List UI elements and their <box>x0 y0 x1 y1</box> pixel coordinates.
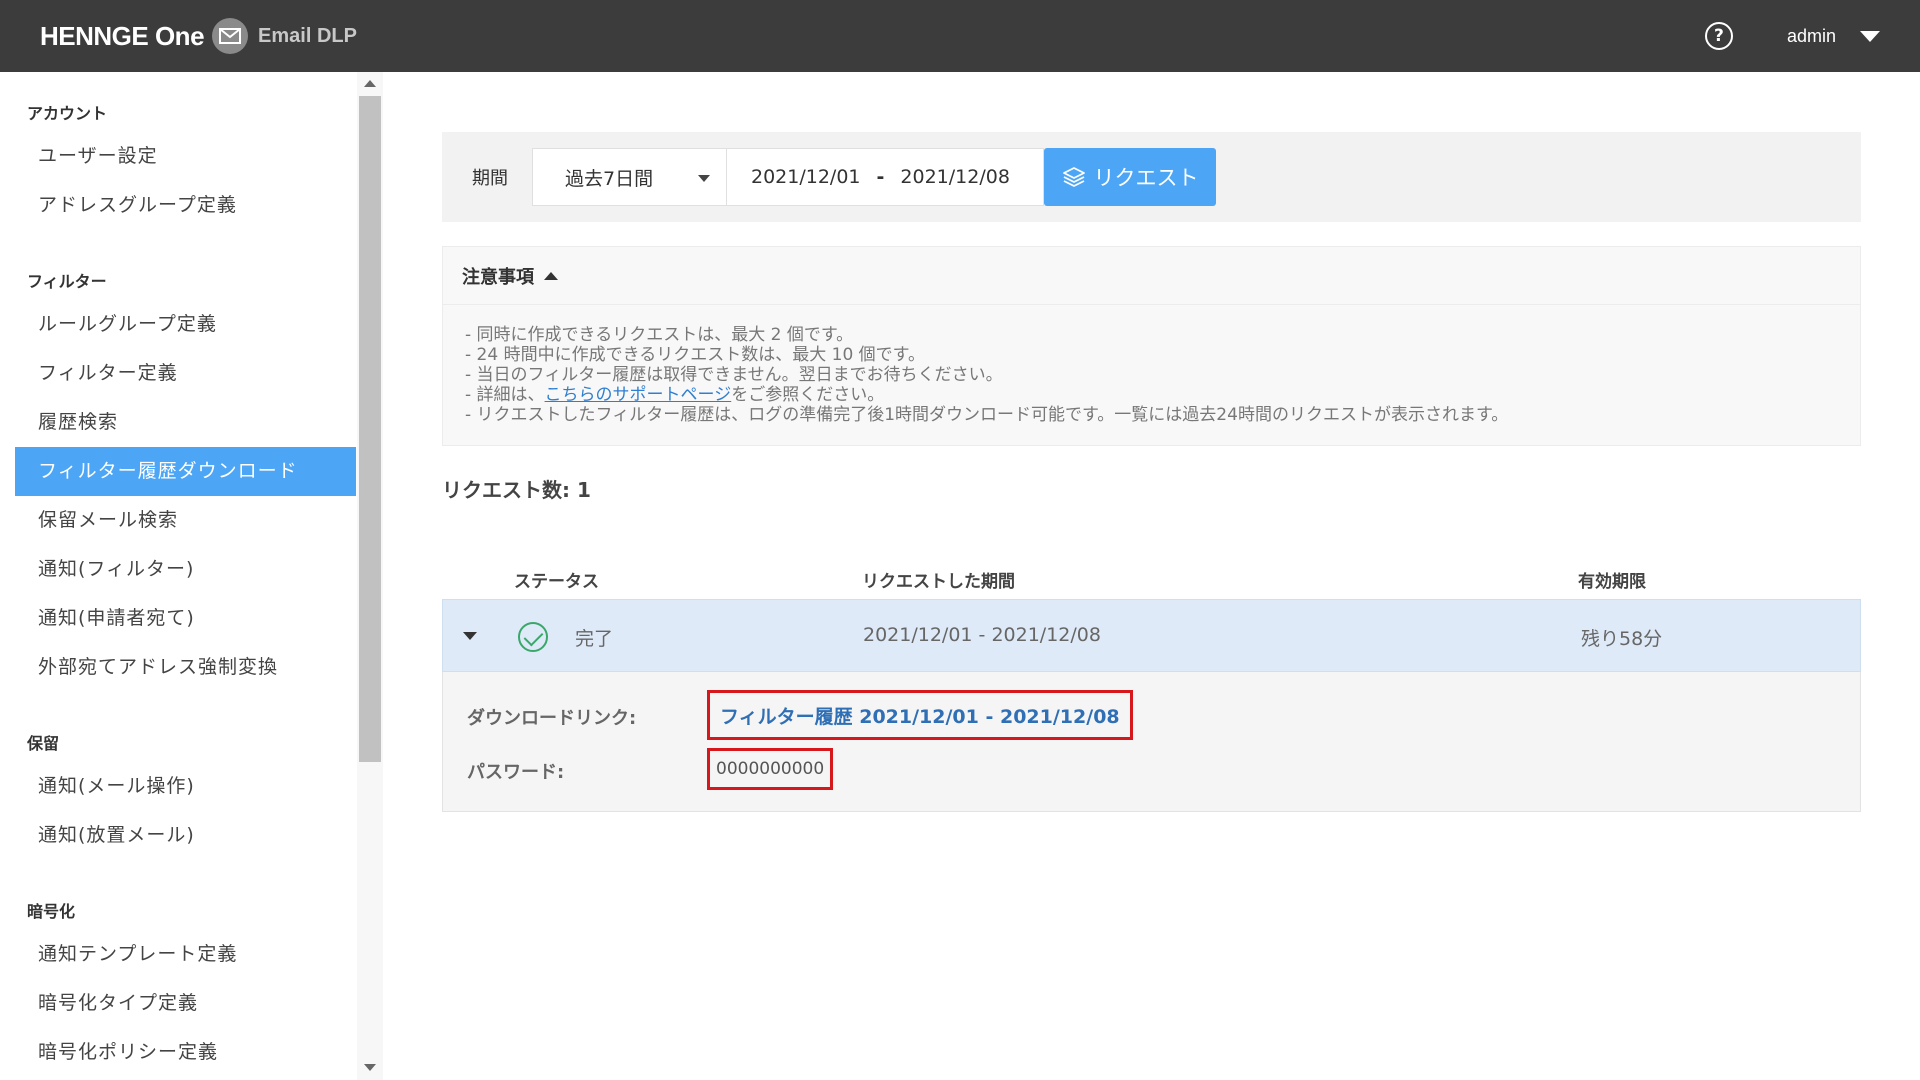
sidebar-item-history-search[interactable]: 履歴検索 <box>15 398 356 447</box>
sidebar-item-address-group[interactable]: アドレスグループ定義 <box>15 181 356 230</box>
sidebar-item-encryption-type[interactable]: 暗号化タイプ定義 <box>15 979 356 1028</box>
sidebar-item-notify-mail-operation[interactable]: 通知(メール操作) <box>15 762 356 811</box>
notice-title: 注意事項 <box>462 266 534 288</box>
notice-line: - リクエストしたフィルター履歴は、ログの準備完了後1時間ダウンロード可能です。… <box>465 405 1509 425</box>
sidebar-item-held-mail-search[interactable]: 保留メール検索 <box>15 496 356 545</box>
date-separator: - <box>876 166 885 188</box>
sidebar-item-encryption-policy[interactable]: 暗号化ポリシー定義 <box>15 1028 356 1077</box>
chevron-down-icon[interactable] <box>1860 30 1880 42</box>
sidebar-section-account: アカウント <box>27 104 108 123</box>
caret-up-icon <box>544 271 558 280</box>
download-link[interactable]: フィルター履歴 2021/12/01 - 2021/12/08 <box>720 702 1120 729</box>
date-range-input[interactable]: 2021/12/01 - 2021/12/08 <box>727 148 1044 206</box>
support-page-link[interactable]: こちらのサポートページ <box>545 385 732 405</box>
main-content: 期間 過去7日間 2021/12/01 - 2021/12/08 リクエスト 注… <box>442 132 1861 812</box>
product-name: Email DLP <box>258 24 357 47</box>
column-expiry: 有効期限 <box>1578 572 1646 592</box>
table-row[interactable]: 完了 2021/12/01 - 2021/12/08 残り58分 <box>442 599 1861 672</box>
sidebar-item-rule-group[interactable]: ルールグループ定義 <box>15 300 356 349</box>
notice-line-prefix: - 詳細は、 <box>465 385 545 405</box>
column-period: リクエストした期間 <box>862 572 1015 592</box>
period-label: 期間 <box>472 168 508 189</box>
notice-line: - 24 時間中に作成できるリクエスト数は、最大 10 個です。 <box>465 345 925 365</box>
row-expiry: 残り58分 <box>1581 628 1663 650</box>
notice-line: - 同時に作成できるリクエストは、最大 2 個です。 <box>465 325 854 345</box>
scroll-down-arrow-icon[interactable] <box>364 1064 376 1071</box>
column-status: ステータス <box>514 572 599 592</box>
check-circle-icon <box>518 622 548 652</box>
date-from: 2021/12/01 <box>751 166 861 188</box>
request-button-label: リクエスト <box>1093 166 1199 190</box>
sidebar-section-hold: 保留 <box>27 734 60 753</box>
notice-line-suffix: をご参照ください。 <box>731 385 885 405</box>
row-period: 2021/12/01 - 2021/12/08 <box>863 624 1101 646</box>
sidebar-item-notify-abandoned-mail[interactable]: 通知(放置メール) <box>15 811 356 860</box>
sidebar-item-notify-filter[interactable]: 通知(フィルター) <box>15 545 356 594</box>
notice-body: - 同時に作成できるリクエストは、最大 2 個です。 - 24 時間中に作成でき… <box>443 305 1860 445</box>
row-status: 完了 <box>575 628 614 650</box>
sidebar-item-user-settings[interactable]: ユーザー設定 <box>15 132 356 181</box>
period-select-value: 過去7日間 <box>565 167 654 190</box>
notice-line: - 詳細は、こちらのサポートページをご参照ください。 <box>465 385 1838 405</box>
sidebar-section-filter: フィルター <box>27 272 107 291</box>
sidebar-scrollbar-thumb[interactable] <box>359 96 381 762</box>
notice-line: - 当日のフィルター履歴は取得できません。翌日までお待ちください。 <box>465 365 1003 385</box>
sidebar-item-filter-definition[interactable]: フィルター定義 <box>15 349 356 398</box>
sidebar: アカウント ユーザー設定 アドレスグループ定義 フィルター ルールグループ定義 … <box>0 72 383 1080</box>
brand-name: HENNGE One <box>40 20 205 51</box>
filter-bar: 期間 過去7日間 2021/12/01 - 2021/12/08 リクエスト <box>442 132 1861 222</box>
password-highlight: 0000000000 <box>707 748 834 790</box>
sidebar-item-notify-template[interactable]: 通知テンプレート定義 <box>15 930 356 979</box>
notice-panel: 注意事項 - 同時に作成できるリクエストは、最大 2 個です。 - 24 時間中… <box>442 246 1861 446</box>
request-count: リクエスト数: 1 <box>442 478 591 502</box>
notice-toggle[interactable]: 注意事項 <box>443 247 1860 305</box>
row-detail: ダウンロードリンク: フィルター履歴 2021/12/01 - 2021/12/… <box>442 672 1861 812</box>
period-select[interactable]: 過去7日間 <box>532 148 727 206</box>
sidebar-item-filter-history-download[interactable]: フィルター履歴ダウンロード <box>15 447 356 496</box>
sidebar-item-notify-applicant[interactable]: 通知(申請者宛て) <box>15 594 356 643</box>
user-menu-label[interactable]: admin <box>1787 26 1836 47</box>
password-label: パスワード: <box>467 762 565 783</box>
header-right: ? admin <box>1704 0 1880 72</box>
request-button[interactable]: リクエスト <box>1044 148 1216 206</box>
chevron-down-icon <box>698 175 710 182</box>
help-icon[interactable]: ? <box>1704 22 1733 50</box>
top-header: HENNGE One Email DLP ? admin <box>0 0 1920 72</box>
table-header: ステータス リクエストした期間 有効期限 <box>442 559 1861 599</box>
date-to: 2021/12/08 <box>900 166 1010 188</box>
password-value: 0000000000 <box>716 759 825 779</box>
sidebar-section-encryption: 暗号化 <box>27 902 76 921</box>
sidebar-item-external-address-convert[interactable]: 外部宛てアドレス強制変換 <box>15 643 356 692</box>
brand[interactable]: HENNGE One Email DLP <box>40 18 357 54</box>
mail-icon <box>212 18 249 54</box>
layers-icon <box>1062 167 1085 187</box>
download-link-label: ダウンロードリンク: <box>467 708 637 729</box>
scroll-up-arrow-icon[interactable] <box>364 80 376 87</box>
download-link-highlight: フィルター履歴 2021/12/01 - 2021/12/08 <box>707 690 1133 740</box>
expand-caret-icon[interactable] <box>463 632 477 640</box>
